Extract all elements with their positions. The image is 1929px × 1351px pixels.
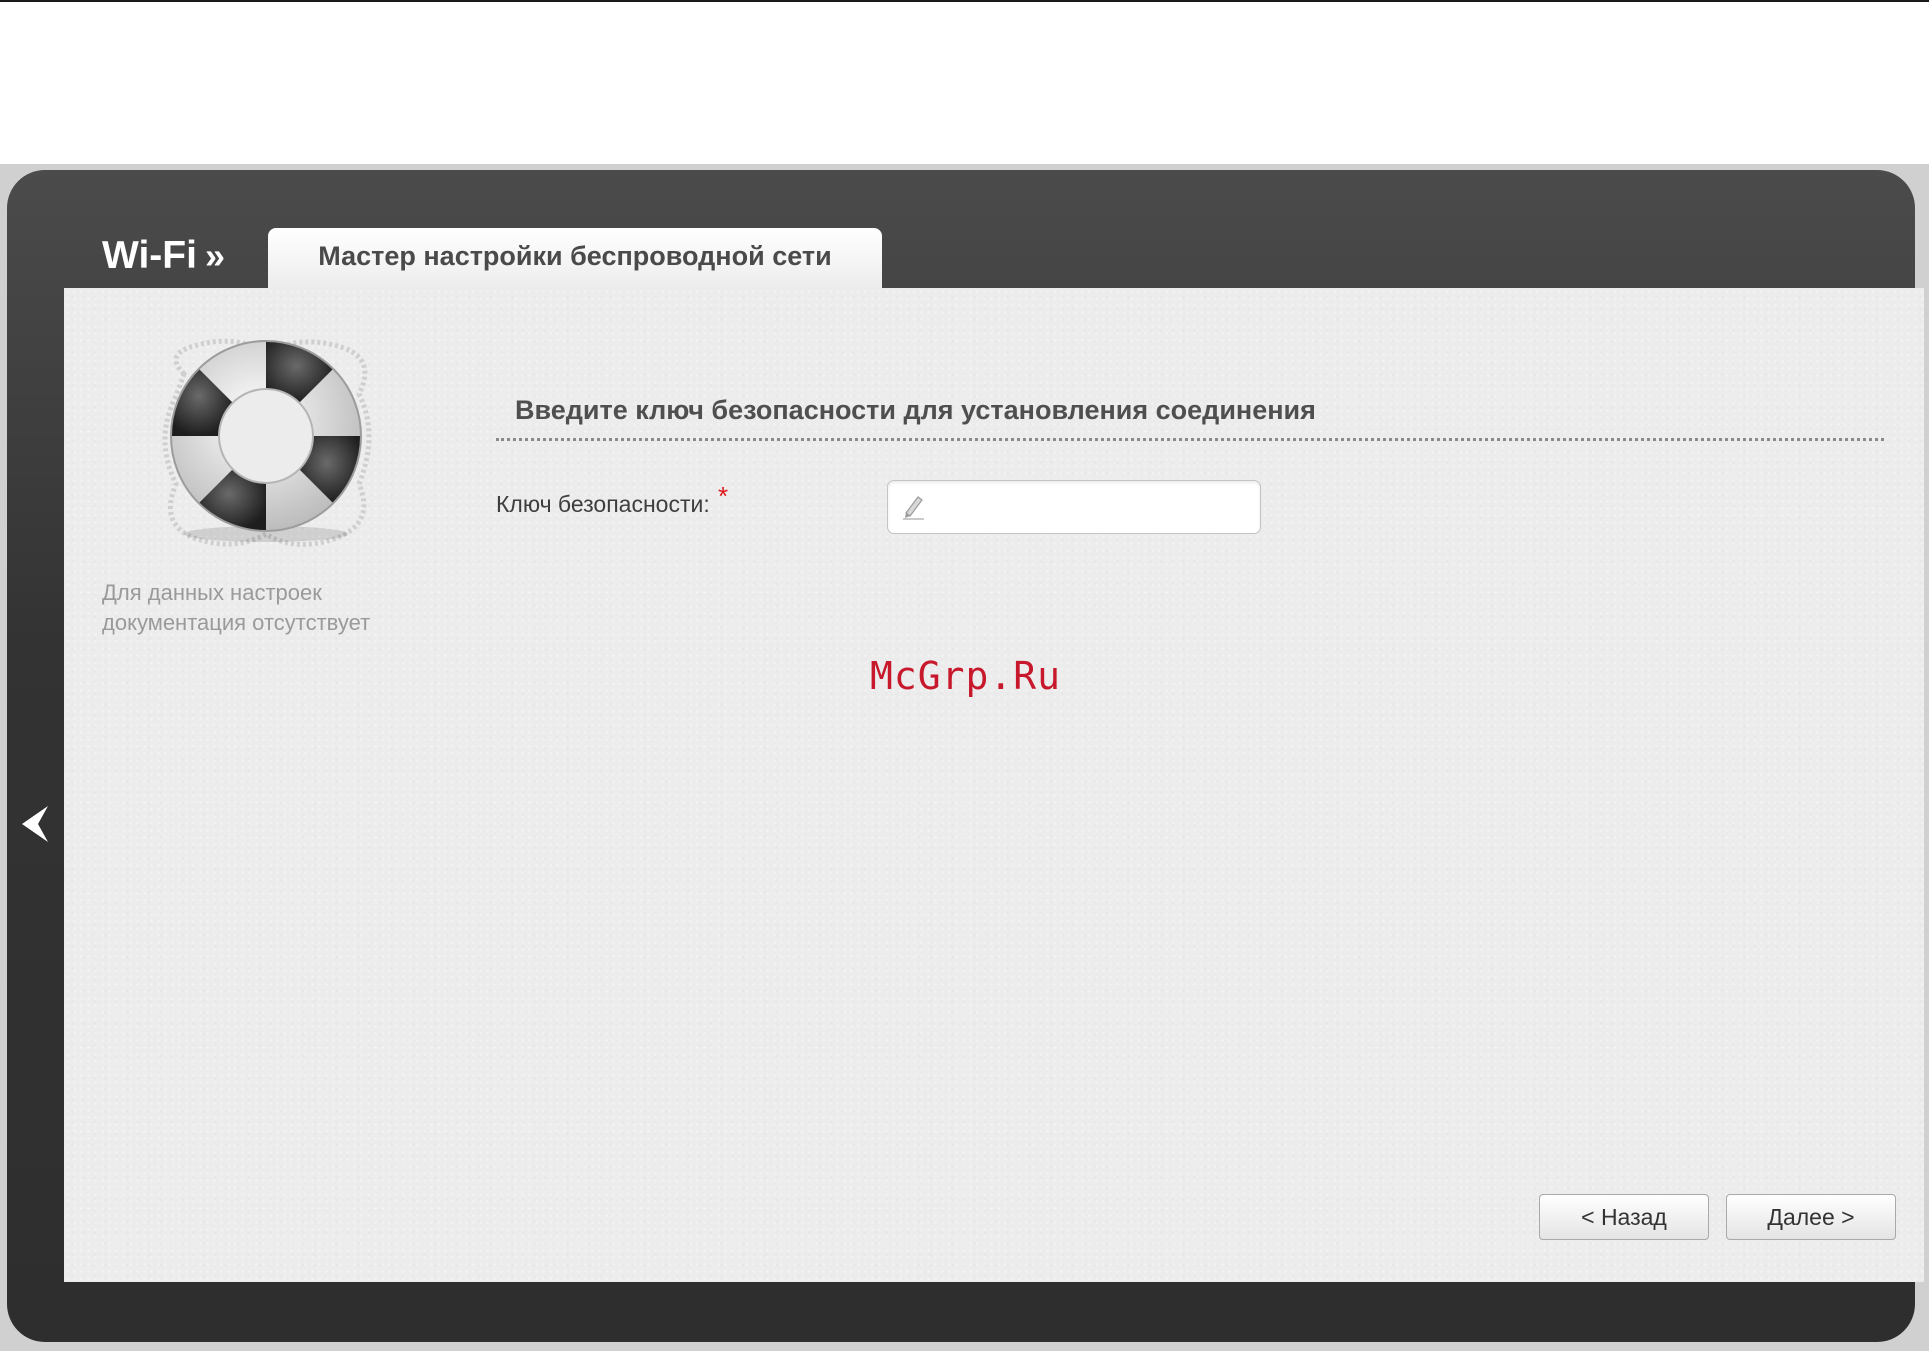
required-asterisk: * [718, 481, 729, 511]
form-heading: Введите ключ безопасности для установлен… [515, 395, 1316, 425]
chevron-left-icon[interactable] [18, 802, 52, 846]
back-button[interactable]: < Назад [1539, 1194, 1709, 1240]
heading-divider [496, 438, 1884, 441]
pencil-icon [903, 496, 924, 520]
next-button[interactable]: Далее > [1726, 1194, 1896, 1240]
section-separator: » [204, 235, 225, 276]
tab-wireless-setup-wizard[interactable]: Мастер настройки беспроводной сети [268, 228, 882, 290]
security-key-label: Ключ безопасности: [496, 491, 710, 517]
security-key-input[interactable] [934, 487, 1256, 527]
section-title: Wi-Fi» [102, 232, 225, 280]
watermark: McGrp.Ru [870, 654, 1062, 698]
top-rule [0, 0, 1929, 2]
help-text: Для данных настроек документация отсутст… [102, 580, 371, 635]
security-key-field[interactable] [887, 480, 1261, 534]
section-title-text: Wi-Fi [102, 234, 197, 277]
lifebuoy-icon [162, 338, 372, 547]
